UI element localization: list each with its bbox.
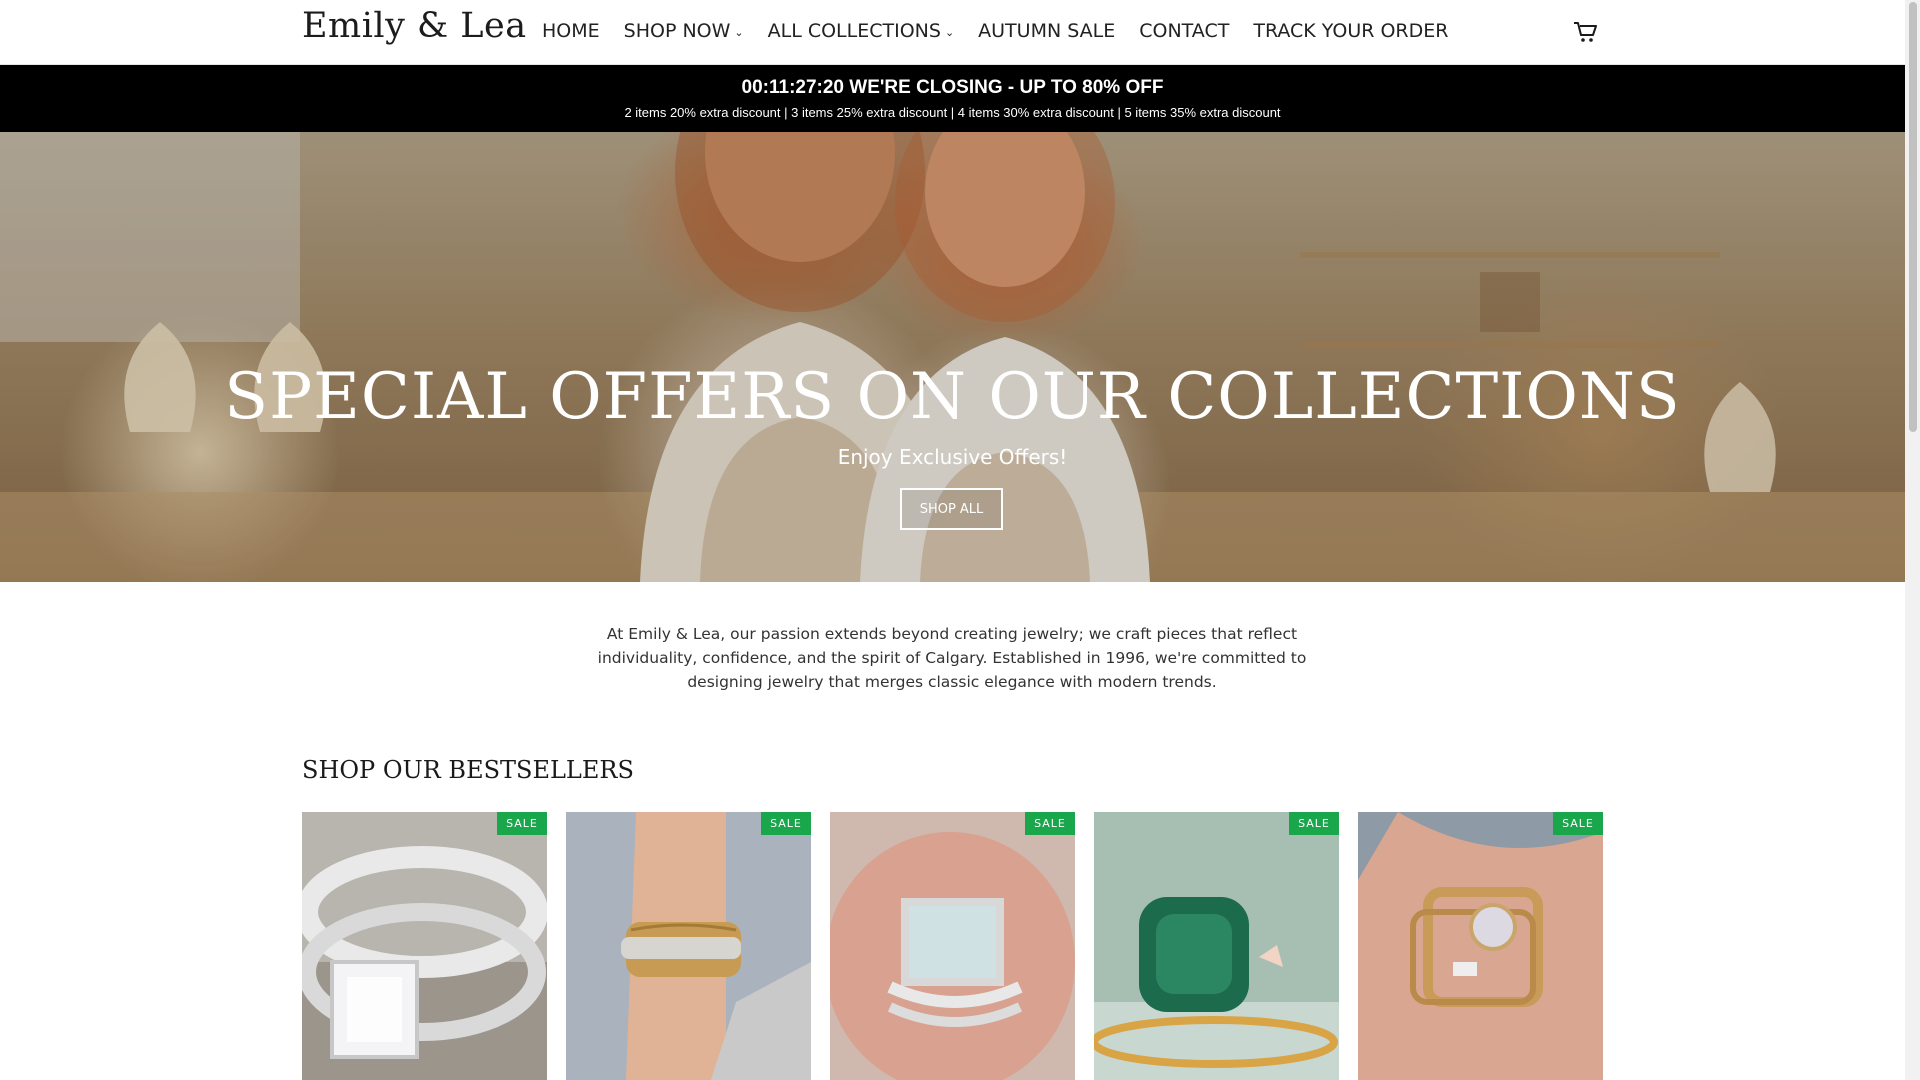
product-card[interactable]: SALE [1094,812,1339,1080]
product-image [1358,812,1603,1080]
nav-contact-label: CONTACT [1139,20,1230,42]
nav-shop-now-label: SHOP NOW [623,20,731,42]
sale-badge: SALE [1289,812,1339,835]
scrollbar-thumb[interactable] [1909,2,1917,432]
nav-autumn-sale[interactable]: AUTUMN SALE [978,20,1115,42]
product-image [302,812,547,1080]
bestsellers-grid: SALE SALE SALE SALE SALE [302,812,1604,1080]
bestsellers-title: SHOP OUR BESTSELLERS [302,756,634,784]
product-image [566,812,811,1080]
nav-home[interactable]: HOME [542,20,600,42]
shopping-cart-icon[interactable] [1572,20,1598,44]
sale-badge: SALE [497,812,547,835]
brand-intro-text: At Emily & Lea, our passion extends beyo… [597,625,1307,691]
product-card[interactable]: SALE [302,812,547,1080]
shop-all-button[interactable]: SHOP ALL [900,488,1003,530]
sale-badge: SALE [1025,812,1075,835]
nav-autumn-sale-label: AUTUMN SALE [978,20,1116,42]
sale-badge: SALE [1553,812,1603,835]
nav-home-label: HOME [542,20,600,42]
nav-contact[interactable]: CONTACT [1139,20,1229,42]
site-header: Emily & Lea HOME SHOP NOW ⌄ ALL COLLECTI… [0,0,1905,65]
site-logo[interactable]: Emily & Lea [302,6,527,46]
nav-track-order-label: TRACK YOUR ORDER [1253,20,1449,42]
announcement-bar: 00:11:27:20 WE'RE CLOSING - UP TO 80% OF… [0,65,1905,132]
main-nav: HOME SHOP NOW ⌄ ALL COLLECTIONS ⌄ AUTUMN… [542,20,1472,42]
sale-badge: SALE [761,812,811,835]
discount-tiers-text: 2 items 20% extra discount | 3 items 25%… [624,105,1281,120]
chevron-down-icon: ⌄ [734,26,744,39]
nav-shop-now[interactable]: SHOP NOW ⌄ [624,20,744,42]
countdown-text: 00:11:27:20 WE'RE CLOSING - UP TO 80% OF… [741,77,1164,98]
product-image [830,812,1075,1080]
hero-banner: SPECIAL OFFERS ON OUR COLLECTIONS Enjoy … [0,132,1905,582]
nav-all-collections[interactable]: ALL COLLECTIONS ⌄ [768,20,955,42]
hero-title: SPECIAL OFFERS ON OUR COLLECTIONS [224,360,1681,434]
product-card[interactable]: SALE [830,812,1075,1080]
chevron-down-icon: ⌄ [944,26,955,39]
product-card[interactable]: SALE [1358,812,1603,1080]
product-image [1094,812,1339,1080]
nav-all-collections-label: ALL COLLECTIONS [767,20,941,42]
hero-subtitle: Enjoy Exclusive Offers! [837,445,1068,469]
nav-track-order[interactable]: TRACK YOUR ORDER [1253,20,1448,42]
product-card[interactable]: SALE [566,812,811,1080]
